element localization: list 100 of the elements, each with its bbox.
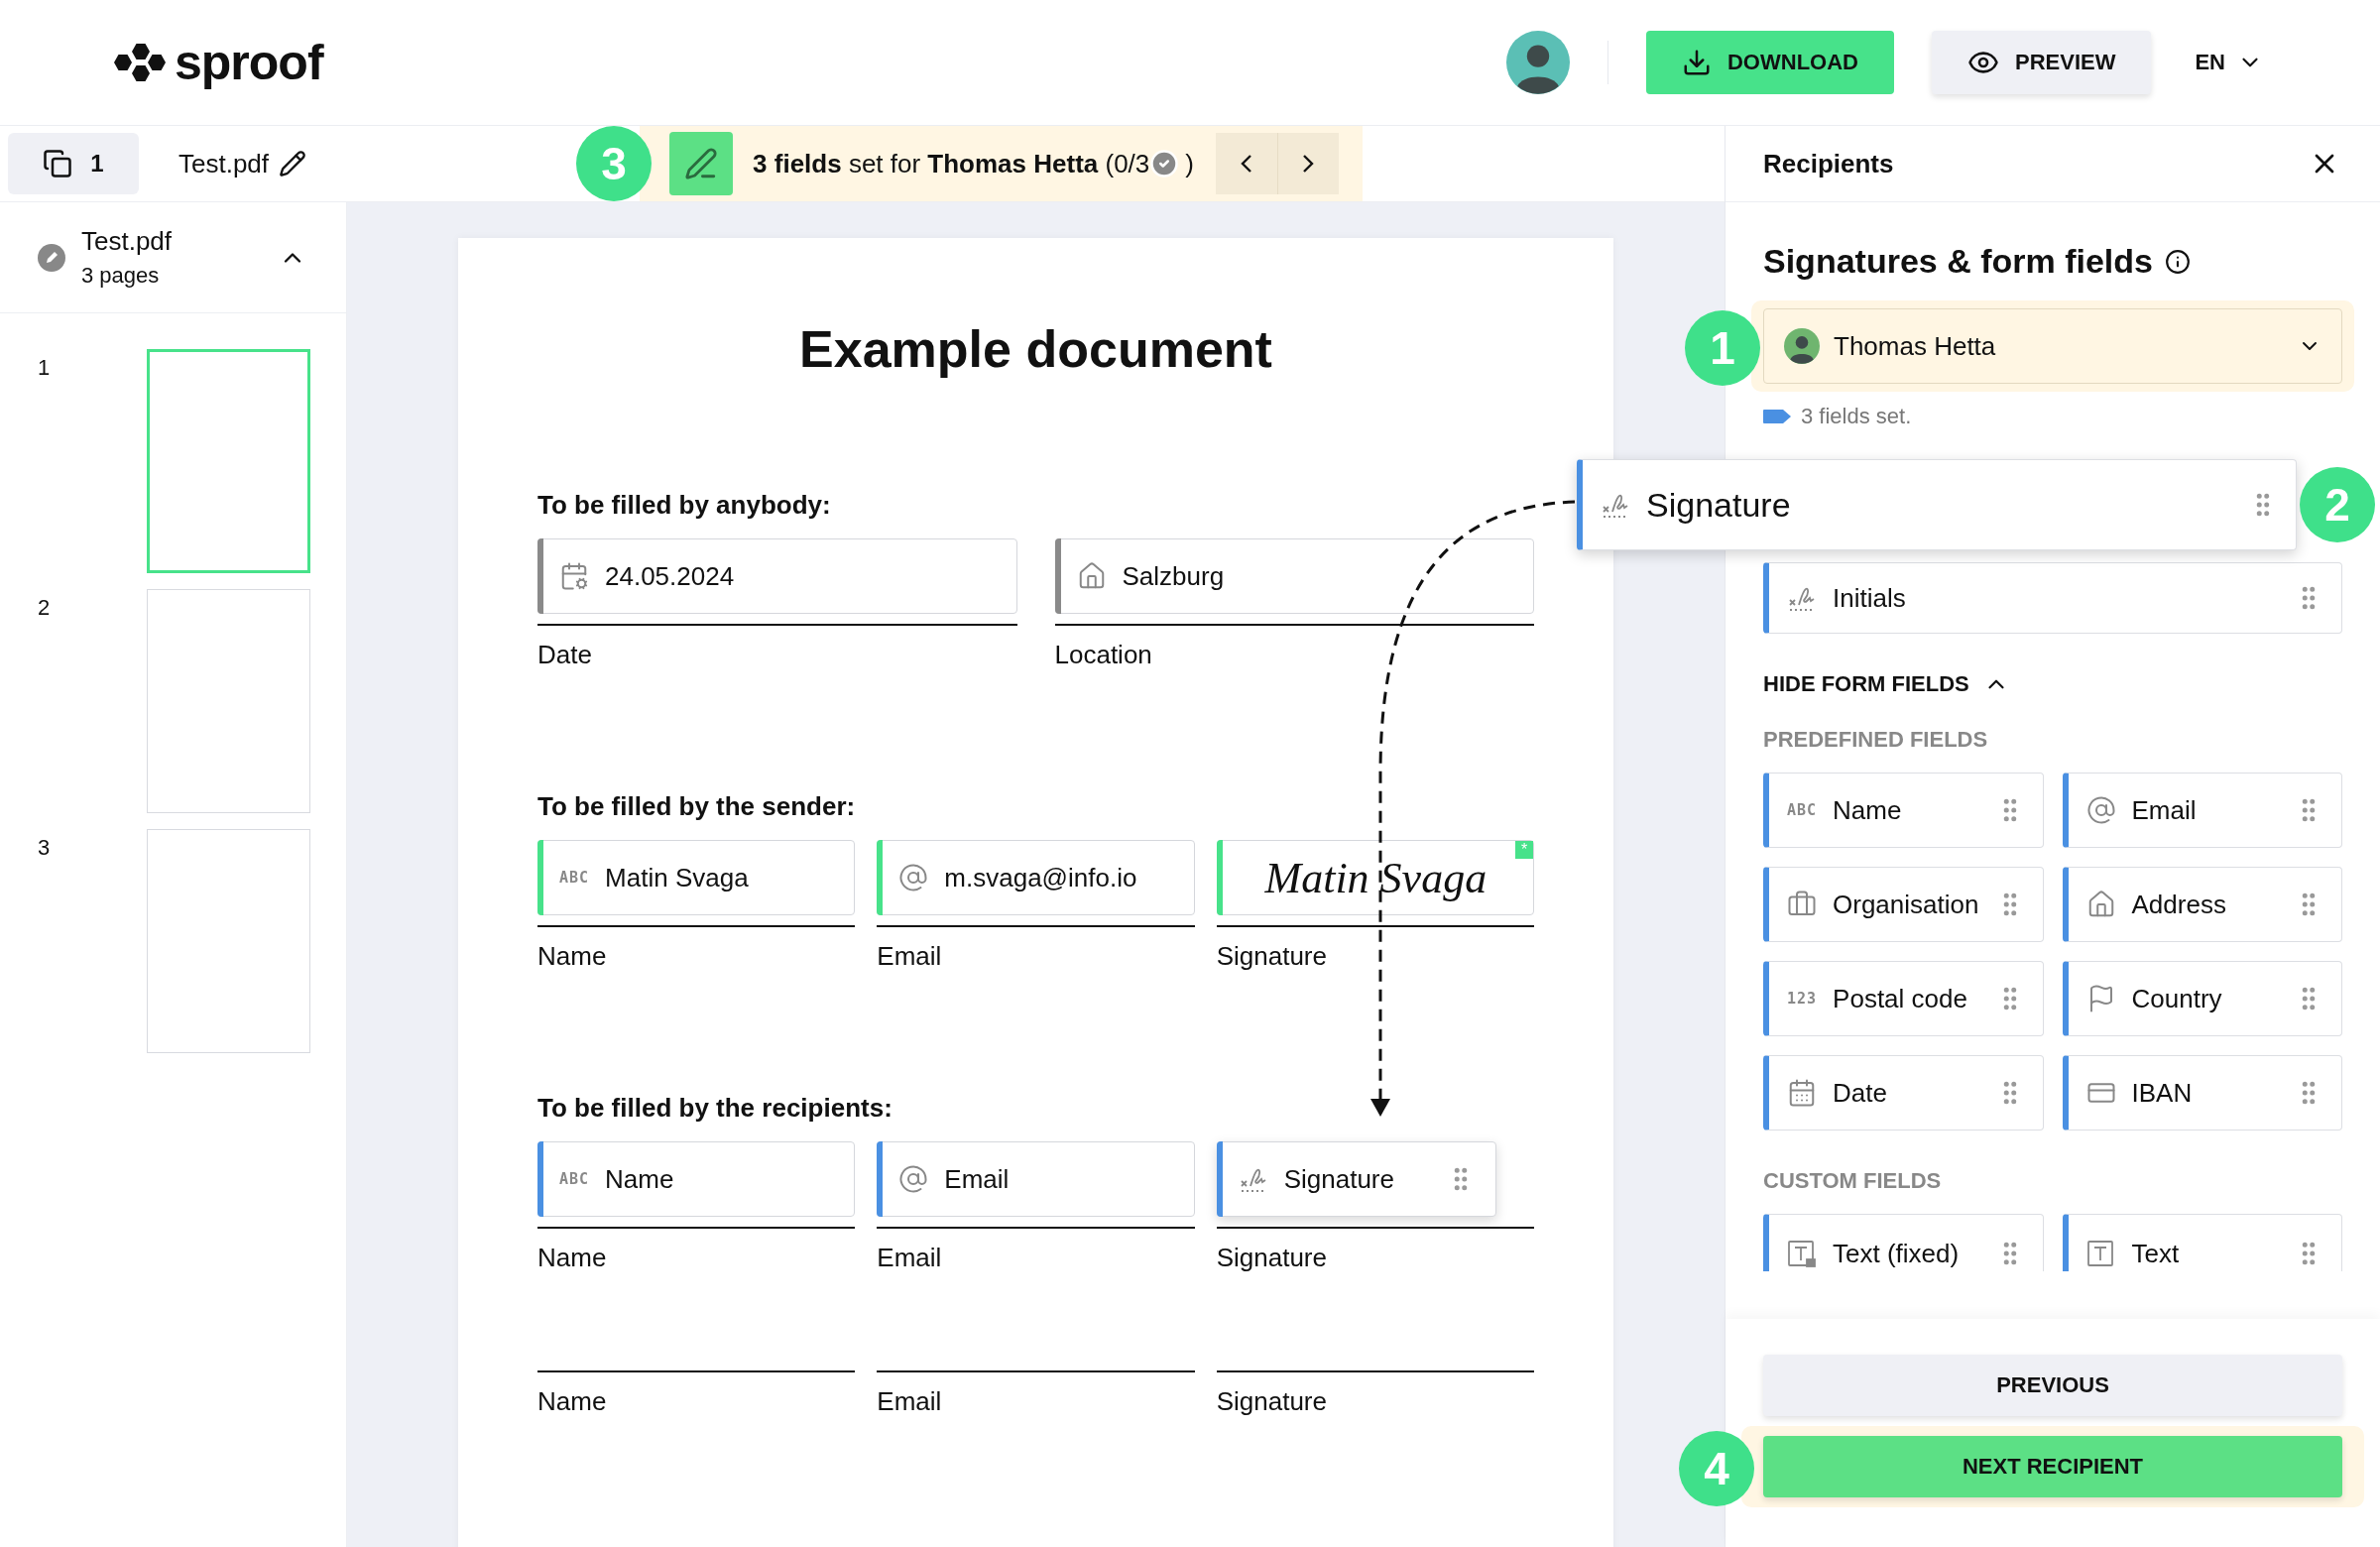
form-field-card[interactable]: Organisation bbox=[1763, 867, 2044, 942]
logo-text: sproof bbox=[175, 34, 323, 91]
field-type-label: ABC bbox=[1787, 801, 1818, 819]
page-thumbnail[interactable] bbox=[147, 349, 310, 573]
field-value: Email bbox=[944, 1163, 1011, 1195]
field-value: Matin Svaga bbox=[605, 862, 750, 893]
field-label: IBAN bbox=[2131, 1077, 2194, 1109]
status-text: 3 fields set for Thomas Hetta (0/3 bbox=[753, 148, 1150, 179]
language-dropdown[interactable]: EN bbox=[2189, 49, 2269, 76]
file-name: Test.pdf bbox=[178, 148, 270, 179]
calendar-icon bbox=[559, 561, 589, 591]
download-icon bbox=[1682, 48, 1712, 77]
page-count-tab[interactable]: 1 bbox=[8, 133, 139, 194]
field-label: Organisation bbox=[1833, 889, 1979, 920]
field-caption: Name bbox=[537, 1243, 608, 1273]
text-box-icon bbox=[2085, 1239, 2116, 1268]
form-field[interactable]: ABC Matin Svaga bbox=[537, 840, 856, 915]
field-label: Date bbox=[1833, 1077, 1888, 1109]
form-field-card[interactable]: Address bbox=[2062, 867, 2342, 942]
check-circle-icon bbox=[1149, 149, 1180, 178]
field-label: Initials bbox=[1833, 582, 1907, 614]
form-field-card[interactable]: Country bbox=[2062, 961, 2342, 1036]
page-thumbnail[interactable] bbox=[147, 589, 310, 813]
step-badge: 3 bbox=[576, 126, 653, 201]
section-heading: To be filled by anybody: bbox=[537, 490, 832, 521]
previous-field-button[interactable] bbox=[1216, 133, 1277, 194]
field-value: m.svaga@info.io bbox=[944, 862, 1138, 893]
calendar-icon bbox=[1787, 1078, 1817, 1108]
at-sign-icon bbox=[898, 1164, 929, 1194]
preview-button[interactable]: PREVIEW bbox=[1931, 31, 2152, 94]
next-recipient-button[interactable]: NEXT RECIPIENT bbox=[1763, 1436, 2342, 1497]
previous-button[interactable]: PREVIOUS bbox=[1763, 1355, 2342, 1416]
field-label: Email bbox=[2131, 794, 2198, 826]
chevron-right-icon bbox=[1302, 154, 1315, 174]
signature-field-card[interactable]: Signature bbox=[1577, 459, 2297, 550]
field-type-label: ABC bbox=[559, 1170, 590, 1188]
avatar bbox=[1506, 31, 1570, 94]
field-caption: Date bbox=[537, 640, 593, 670]
field-value: Salzburg bbox=[1122, 560, 1226, 592]
step-badge: 1 bbox=[1685, 310, 1760, 386]
step-badge: 2 bbox=[2300, 467, 2375, 542]
document-name: Test.pdf bbox=[81, 226, 174, 257]
field-caption: Email bbox=[877, 1386, 943, 1417]
handwritten-signature: Matin Svaga bbox=[1263, 852, 1488, 903]
field-label: Text bbox=[2131, 1238, 2181, 1269]
field-label: Country bbox=[2131, 983, 2223, 1014]
form-field[interactable]: Email bbox=[877, 1141, 1195, 1217]
field-caption: Signature bbox=[1216, 1386, 1328, 1417]
at-sign-icon bbox=[898, 863, 929, 892]
text-lock-icon bbox=[1787, 1239, 1817, 1268]
group-heading: CUSTOM FIELDS bbox=[1763, 1168, 1943, 1194]
page-number: 3 bbox=[38, 834, 52, 861]
fields-count: 3 fields set. bbox=[1801, 404, 1912, 429]
pages-icon bbox=[43, 149, 73, 178]
form-field-card[interactable]: IBAN bbox=[2062, 1055, 2342, 1130]
required-mark: * bbox=[1515, 841, 1533, 859]
panel-heading: Signatures & form fields bbox=[1763, 242, 2153, 281]
section-heading: To be filled by the recipients: bbox=[537, 1093, 893, 1124]
form-field-card[interactable]: Text (fixed) bbox=[1763, 1214, 2044, 1271]
form-field-card[interactable]: 123 Postal code bbox=[1763, 961, 2044, 1036]
group-heading: PREDEFINED FIELDS bbox=[1763, 727, 1989, 753]
field-label: Signature bbox=[1646, 485, 1792, 525]
form-field[interactable]: 24.05.2024 bbox=[537, 538, 1017, 614]
form-field-card[interactable]: ABC Name bbox=[1763, 773, 2044, 848]
field-caption: Signature bbox=[1216, 1243, 1328, 1273]
form-field[interactable]: ABC Name bbox=[537, 1141, 856, 1217]
next-field-button[interactable] bbox=[1277, 133, 1339, 194]
field-value: Signature bbox=[1283, 1163, 1395, 1195]
field-label: Name bbox=[1833, 794, 1903, 826]
field-value: Name bbox=[605, 1163, 675, 1195]
pencil-circle-icon bbox=[38, 243, 65, 272]
field-caption: Location bbox=[1054, 640, 1153, 670]
tag-icon bbox=[1763, 410, 1791, 423]
edit-name-button[interactable] bbox=[279, 150, 307, 178]
page-number: 2 bbox=[38, 594, 52, 621]
field-caption: Name bbox=[537, 1386, 608, 1417]
form-field[interactable]: Salzburg bbox=[1054, 538, 1534, 614]
hide-form-fields-toggle[interactable]: HIDE FORM FIELDS bbox=[1763, 671, 2009, 697]
form-field[interactable]: m.svaga@info.io bbox=[877, 840, 1195, 915]
at-sign-icon bbox=[2085, 795, 2116, 825]
page-count: 3 pages bbox=[81, 263, 161, 289]
chevron-left-icon bbox=[1241, 154, 1252, 174]
form-field[interactable]: Matin Svaga * bbox=[1216, 840, 1534, 915]
form-field-card[interactable]: Text bbox=[2062, 1214, 2342, 1271]
field-caption: Signature bbox=[1216, 941, 1328, 972]
pen-icon bbox=[669, 132, 734, 195]
signature-field-card[interactable]: Initials bbox=[1763, 562, 2342, 634]
form-field-card[interactable]: Date bbox=[1763, 1055, 2044, 1130]
form-field-card[interactable]: Email bbox=[2062, 773, 2342, 848]
recipient-select[interactable]: Thomas Hetta bbox=[1763, 308, 2342, 384]
field-type-label: 123 bbox=[1787, 990, 1818, 1008]
page-thumbnail[interactable] bbox=[147, 829, 310, 1053]
status-text-end: ) bbox=[1185, 148, 1194, 179]
field-caption: Email bbox=[877, 941, 943, 972]
avatar bbox=[1784, 328, 1820, 364]
info-icon[interactable] bbox=[2164, 248, 2191, 275]
form-field[interactable]: Signature bbox=[1216, 1141, 1496, 1217]
field-type-label: ABC bbox=[559, 869, 590, 887]
download-button[interactable]: DOWNLOAD bbox=[1646, 31, 1894, 94]
field-value: 24.05.2024 bbox=[605, 560, 736, 592]
